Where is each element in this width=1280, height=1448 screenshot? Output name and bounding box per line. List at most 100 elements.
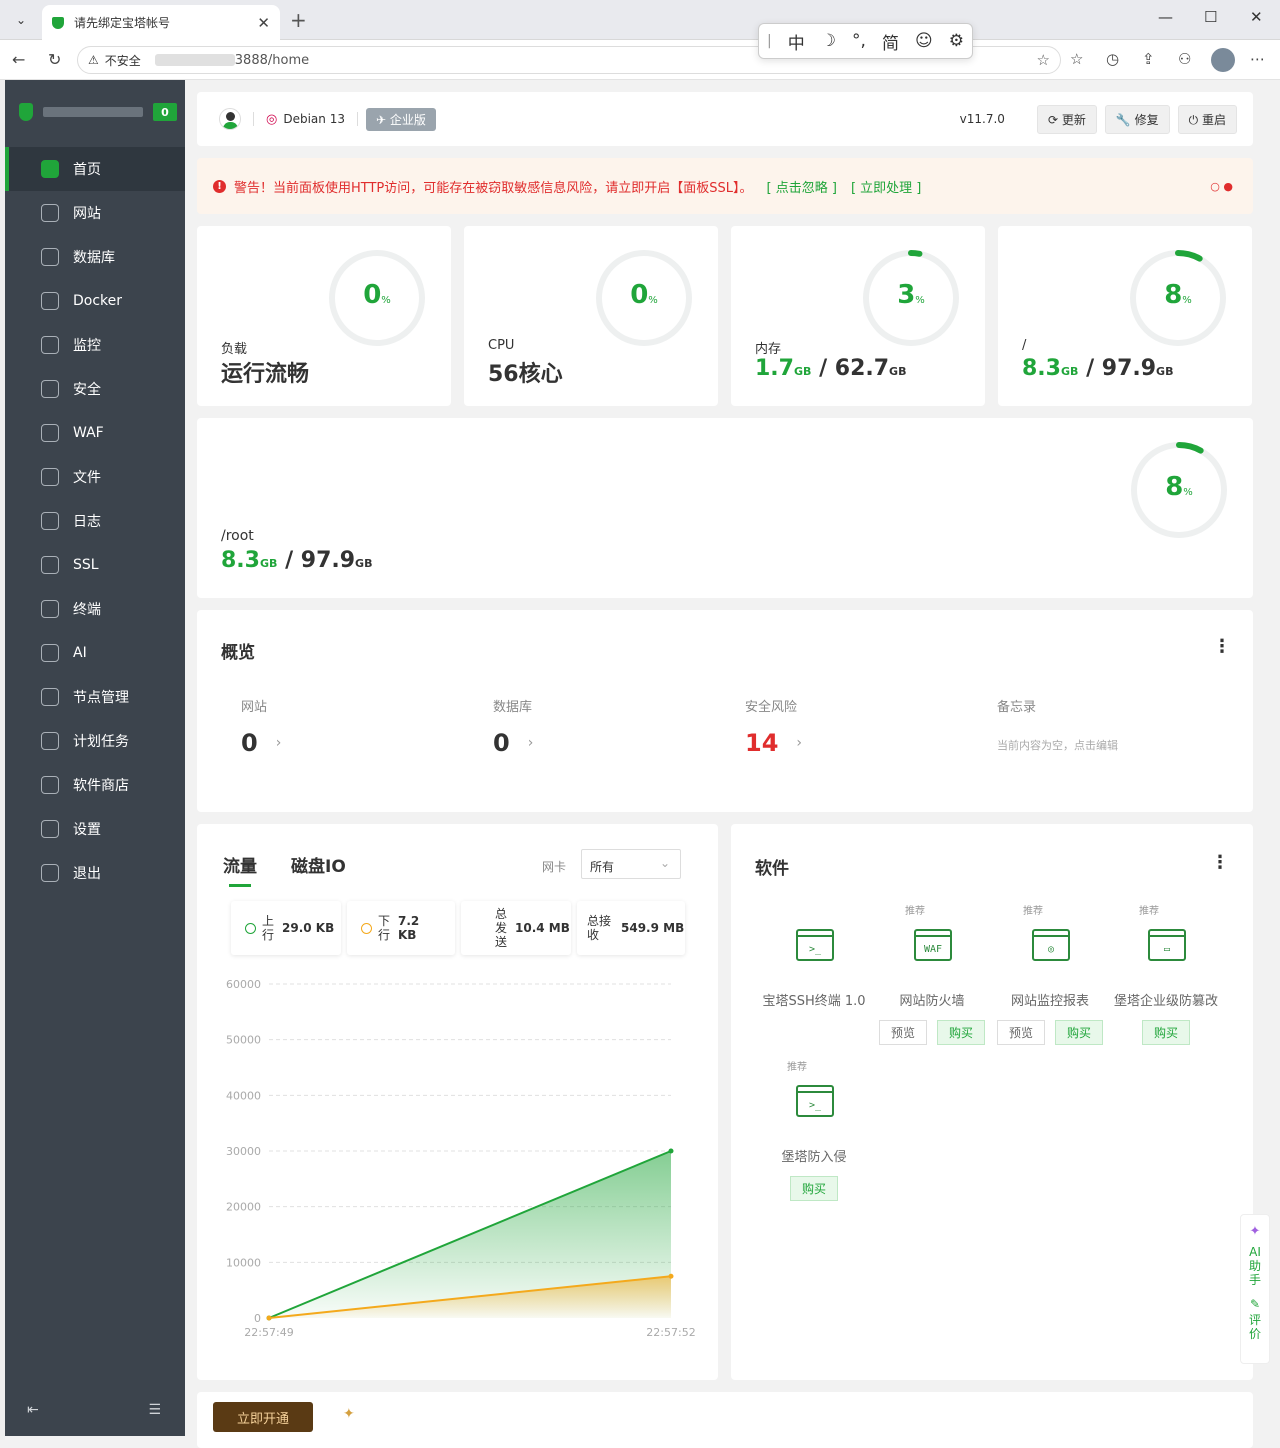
blurred-host [154, 54, 235, 66]
software-item-2[interactable]: 推荐 ◎ 网站监控报表 预览 购买 [995, 902, 1105, 1045]
sidebar-item-11[interactable]: AI [5, 631, 185, 675]
collapse-menu-icon[interactable]: ⇤ [27, 1402, 39, 1418]
share-icon[interactable]: ⇪ [1142, 50, 1155, 68]
gauge-percent: 0% [363, 280, 391, 310]
sidebar-item-0[interactable]: 首页 [5, 147, 185, 191]
rate-label[interactable]: 评价 [1248, 1313, 1262, 1341]
sidebar-item-9[interactable]: SSL [5, 543, 185, 587]
svg-text:>_: >_ [809, 1100, 822, 1111]
close-window-icon[interactable]: ✕ [1250, 8, 1263, 26]
sidebar-item-14[interactable]: 软件商店 [5, 763, 185, 807]
os-label: Debian 13 [283, 112, 345, 126]
ime-chinese[interactable]: 中 [788, 29, 805, 54]
data-point[interactable] [668, 1273, 674, 1279]
buy-button[interactable]: 购买 [1141, 1020, 1190, 1045]
ime-emoji-icon[interactable]: ☺ [915, 31, 933, 51]
extensions-icon[interactable]: ⚇ [1178, 50, 1191, 68]
edition-badge[interactable]: ✈ 企业版 [365, 107, 436, 131]
overview-memo[interactable]: 备忘录 当前内容为空，点击编辑 [997, 696, 1118, 753]
history-icon[interactable]: ◷ [1106, 50, 1119, 68]
ignore-link[interactable]: [ 点击忽略 ] [767, 177, 837, 196]
close-tab-icon[interactable]: ✕ [257, 14, 270, 32]
reload-icon[interactable]: ↻ [48, 50, 61, 69]
percent-value: 8 [1165, 472, 1184, 502]
ime-handle-icon[interactable]: | [767, 33, 772, 49]
sidebar-item-3[interactable]: Docker [5, 279, 185, 323]
software-item-0[interactable]: >_ 宝塔SSH终端 1.0 [759, 902, 869, 1042]
waf-shield-icon: WAF [912, 924, 954, 966]
version-label[interactable]: v11.7.0 [960, 112, 1005, 126]
software-item-3[interactable]: 推荐 ▭ 堡塔企业级防篡改 购买 [1111, 902, 1221, 1045]
open-now-button[interactable]: 立即开通 [213, 1402, 313, 1432]
ime-simplified[interactable]: 简 [882, 29, 899, 54]
profile-avatar[interactable] [1211, 48, 1235, 72]
stat-gauge: 0% [594, 248, 694, 348]
stat-card-0[interactable]: 0% 负载 运行流畅 [197, 226, 451, 406]
sidebar-item-6[interactable]: WAF [5, 411, 185, 455]
repair-button[interactable]: 🔧 修复 [1104, 104, 1170, 134]
percent-value: 3 [897, 280, 916, 310]
sidebar-item-1[interactable]: 网站 [5, 191, 185, 235]
memo-text[interactable]: 当前内容为空，点击编辑 [997, 737, 1118, 753]
maximize-icon[interactable]: ☐ [1204, 8, 1217, 26]
sidebar-item-label: 退出 [73, 866, 101, 882]
sidebar-item-5[interactable]: 安全 [5, 367, 185, 411]
preview-button[interactable]: 预览 [996, 1020, 1045, 1045]
message-badge[interactable]: 0 [153, 103, 177, 121]
buy-button[interactable]: 购买 [1055, 1020, 1104, 1045]
overview-security-risk[interactable]: 安全风险 14 › [745, 696, 802, 757]
sidebar-item-2[interactable]: 数据库 [5, 235, 185, 279]
overview-websites[interactable]: 网站 0 › [241, 696, 281, 757]
new-tab-button[interactable]: + [290, 8, 307, 32]
restart-button[interactable]: ⏻ 重启 [1177, 104, 1237, 134]
disk-root-card[interactable]: 8% /root 8.3GB / 97.9GB [197, 418, 1253, 598]
data-point[interactable] [668, 1148, 674, 1154]
stat-card-1[interactable]: 0% CPU 56核心 [464, 226, 718, 406]
buy-button[interactable]: 购买 [789, 1176, 838, 1201]
overview-databases[interactable]: 数据库 0 › [493, 696, 533, 757]
stat-card-3[interactable]: 8% / 8.3GB / 97.9GB [998, 226, 1252, 406]
nic-selected: 所有 [590, 860, 615, 874]
nic-select[interactable]: 所有 ⌄ [581, 849, 681, 879]
sidebar-item-7[interactable]: 文件 [5, 455, 185, 499]
browser-tab[interactable]: 请先绑定宝塔帐号 ✕ [42, 5, 280, 40]
ai-assistant-float[interactable]: ✦ AI助手 ✎ 评价 [1240, 1214, 1270, 1364]
user-avatar[interactable] [219, 108, 241, 130]
back-icon[interactable]: ← [12, 50, 25, 69]
overview-more-icon[interactable]: ⋮ [1213, 636, 1231, 657]
menu-list-icon[interactable]: ☰ [148, 1402, 161, 1418]
data-point[interactable] [266, 1315, 272, 1321]
tab-list-button[interactable]: ⌄ [8, 8, 34, 32]
fix-now-link[interactable]: [ 立即处理 ] [851, 177, 921, 196]
software-item-1[interactable]: 推荐 WAF 网站防火墙 预览 购买 [877, 902, 987, 1045]
tab-traffic[interactable]: 流量 [223, 852, 257, 887]
preview-button[interactable]: 预览 [878, 1020, 927, 1045]
software-more-icon[interactable]: ⋮ [1211, 852, 1229, 873]
sidebar-item-16[interactable]: 退出 [5, 851, 185, 895]
update-button[interactable]: ⟳ 更新 [1036, 104, 1097, 134]
software-item-4[interactable]: 推荐 >_ 堡塔防入侵 购买 [759, 1058, 869, 1201]
sidebar-item-label: 设置 [73, 822, 101, 838]
sidebar-item-4[interactable]: 监控 [5, 323, 185, 367]
minimize-icon[interactable]: — [1158, 8, 1173, 26]
sidebar-item-10[interactable]: 终端 [5, 587, 185, 631]
stat-card-2[interactable]: 3% 内存 1.7GB / 62.7GB [731, 226, 985, 406]
buy-button[interactable]: 购买 [937, 1020, 986, 1045]
ime-punct[interactable]: °, [852, 31, 866, 51]
more-menu-icon[interactable]: ⋯ [1250, 50, 1265, 68]
sidebar-item-15[interactable]: 设置 [5, 807, 185, 851]
star-icon[interactable]: ☆ [1037, 51, 1050, 69]
traffic-chart[interactable]: 0 10000 20000 30000 40000 50000 60000 22:57:49 2… [197, 964, 718, 1380]
x-tick-label: 22:57:49 [244, 1326, 293, 1339]
sidebar-item-8[interactable]: 日志 [5, 499, 185, 543]
ime-settings-icon[interactable]: ⚙ [949, 31, 964, 51]
logout-icon [41, 864, 59, 882]
memo-label: 备忘录 [997, 700, 1037, 715]
ime-moon[interactable]: ☽ [821, 31, 836, 51]
software-title: 软件 [755, 859, 789, 879]
sidebar-item-12[interactable]: 节点管理 [5, 675, 185, 719]
sidebar-item-13[interactable]: 计划任务 [5, 719, 185, 763]
carousel-dots[interactable]: ○ ● [1210, 180, 1233, 193]
favorites-icon[interactable]: ☆ [1070, 50, 1083, 68]
tab-disk-io[interactable]: 磁盘IO [291, 852, 346, 877]
